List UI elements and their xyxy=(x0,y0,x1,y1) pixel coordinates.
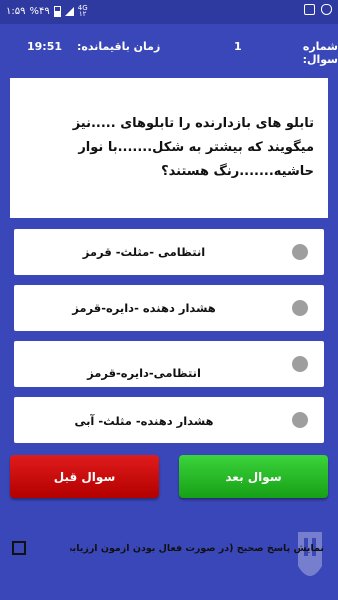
question-number-label: شماره سوال: xyxy=(302,40,338,66)
next-question-button[interactable]: سوال بعد xyxy=(179,455,328,498)
option-1[interactable]: انتظامی -مثلث- قرمز xyxy=(14,229,324,275)
battery-percent: %۴۹ xyxy=(29,5,50,17)
signal-icon xyxy=(64,6,74,16)
radio-button[interactable] xyxy=(292,412,308,428)
status-left: ۱:۵۹ %۴۹ 4G ۱۲ xyxy=(6,5,88,18)
radio-button[interactable] xyxy=(292,300,308,316)
watermark-logo-icon xyxy=(298,532,322,576)
status-bar: ۱:۵۹ %۴۹ 4G ۱۲ xyxy=(0,0,338,24)
battery-icon xyxy=(53,5,61,17)
radio-button[interactable] xyxy=(292,356,308,372)
option-3[interactable]: انتظامی-دایره-قرمز xyxy=(14,341,324,387)
option-label: انتظامی -مثلث- قرمز xyxy=(82,245,206,259)
quiz-info-bar: 19:51 زمان باقیمانده: 1 شماره سوال: xyxy=(0,24,338,68)
question-card: تابلو های بازدارنده را تابلوهای .....نیز… xyxy=(10,78,328,218)
time-remaining-value: 19:51 xyxy=(27,40,63,53)
radio-button[interactable] xyxy=(292,244,308,260)
option-label: هشدار دهنده -دایره-قرمز xyxy=(72,301,216,315)
previous-question-button[interactable]: سوال قبل xyxy=(10,455,159,498)
clock: ۱:۵۹ xyxy=(6,5,26,17)
option-2[interactable]: هشدار دهنده -دایره-قرمز xyxy=(14,285,324,331)
show-answer-label: نمایش پاسخ صحیح (در صورت فعال بودن آزمون… xyxy=(70,543,324,554)
shield-icon xyxy=(321,4,332,15)
show-answer-checkbox[interactable] xyxy=(12,541,26,555)
option-label: انتظامی-دایره-قرمز xyxy=(87,366,201,380)
option-label: هشدار دهنده- مثلث- آبی xyxy=(74,414,214,428)
network-sub: ۱۲ xyxy=(78,10,87,18)
option-4[interactable]: هشدار دهنده- مثلث- آبی xyxy=(14,397,324,443)
network-indicator: 4G ۱۲ xyxy=(78,5,88,18)
question-text: تابلو های بازدارنده را تابلوهای .....نیز… xyxy=(72,116,314,179)
question-number-value: 1 xyxy=(234,40,242,53)
time-remaining-label: زمان باقیمانده: xyxy=(77,40,161,53)
checkbox-icon xyxy=(304,4,315,15)
status-right xyxy=(304,4,332,15)
